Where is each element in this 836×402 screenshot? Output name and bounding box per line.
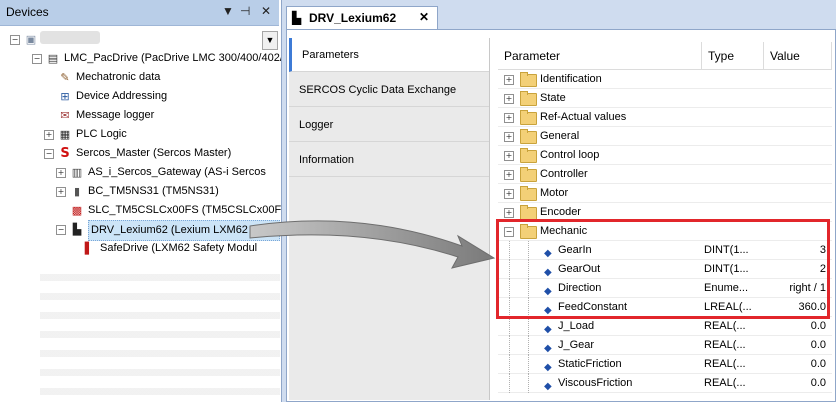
callout-arrow (249, 220, 496, 269)
arrow-shape (249, 220, 496, 269)
